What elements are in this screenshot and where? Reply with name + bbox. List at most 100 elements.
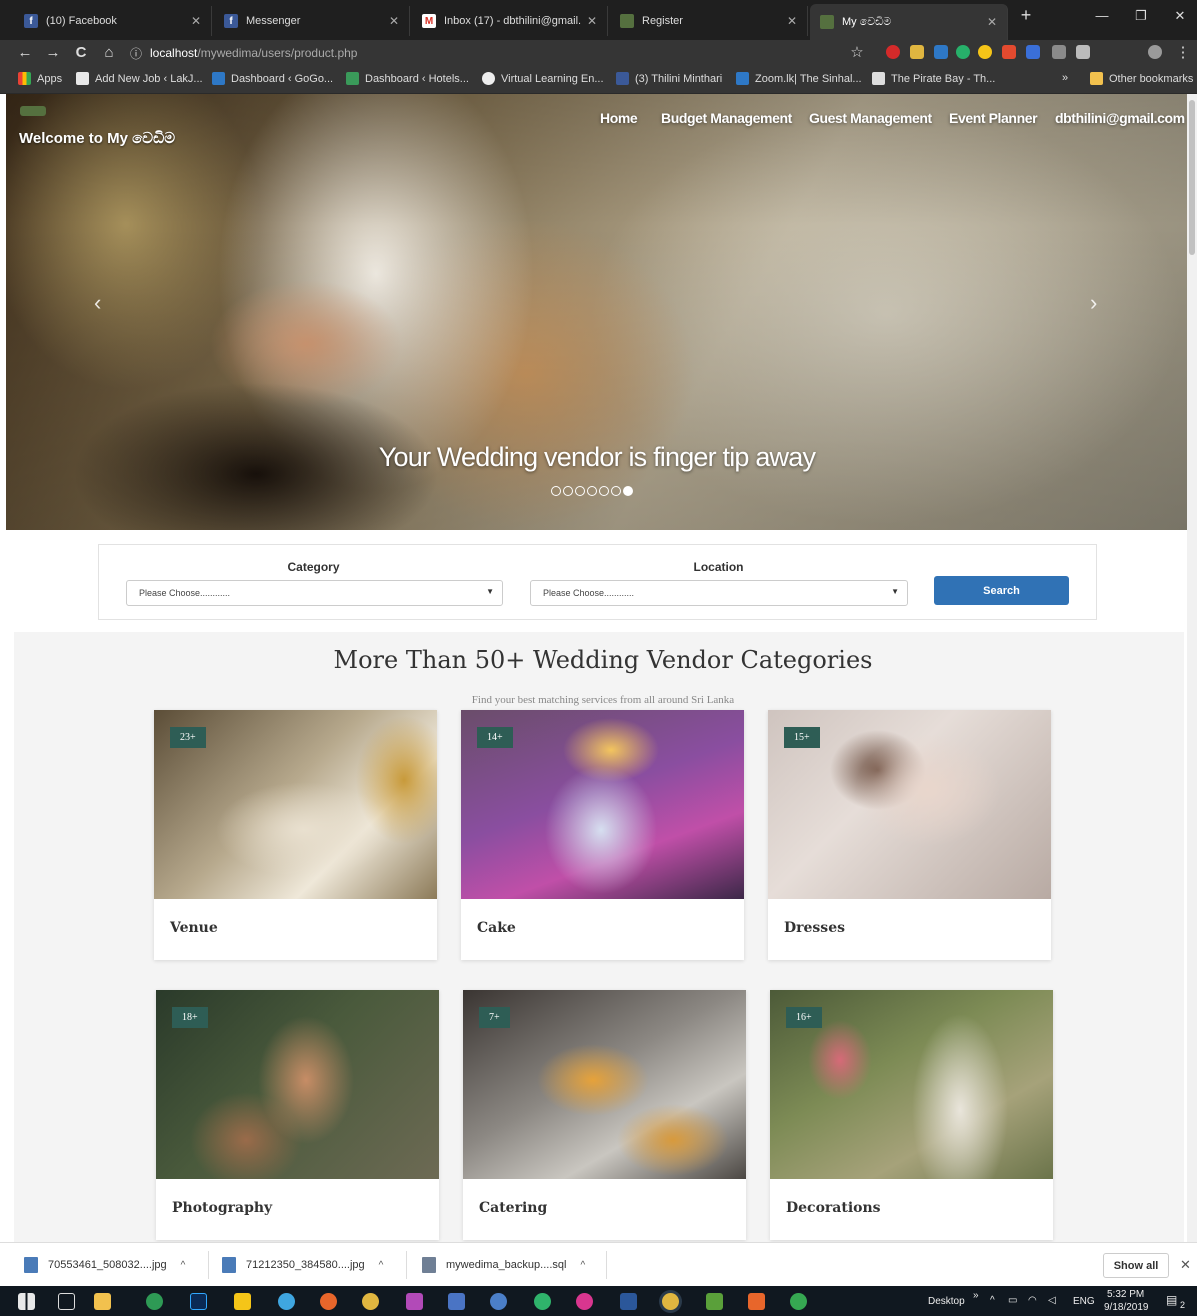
bookmark-item[interactable]: (3) Thilini Minthari [616,72,722,85]
home-icon[interactable]: ⌂ [100,43,118,63]
category-select[interactable]: Please Choose............ ▼ [126,580,503,606]
location-select[interactable]: Please Choose............ ▼ [530,580,908,606]
show-all-button[interactable]: Show all [1103,1253,1169,1278]
forward-arrow-icon[interactable]: → [44,43,62,63]
tray-expand-icon[interactable]: ^ [990,1295,995,1306]
carousel-next-icon[interactable]: › [1090,290,1097,316]
back-arrow-icon[interactable]: ← [16,43,34,63]
nav-home[interactable]: Home [600,110,638,126]
category-card-dresses[interactable]: 15+ Dresses [768,710,1051,960]
sticky-notes-icon[interactable] [234,1293,251,1310]
site-brand[interactable]: Welcome to My වෙඩිම [19,130,175,147]
other-bookmarks[interactable]: Other bookmarks [1090,72,1193,85]
close-icon[interactable]: ✕ [787,14,797,28]
download-item[interactable]: 71212350_384580....jpg ^ [222,1253,383,1277]
address-bar[interactable]: ⓘ localhost/mywedima/users/product.php [130,42,870,64]
tab-facebook[interactable]: f (10) Facebook ✕ [14,6,212,36]
bookmark-apps[interactable]: Apps [18,72,62,85]
app-icon[interactable] [490,1293,507,1310]
chevron-up-icon[interactable]: ^ [181,1260,186,1271]
nav-event-planner[interactable]: Event Planner [949,110,1038,126]
carousel-indicator-dot[interactable] [623,486,633,496]
carousel-indicator-dot[interactable] [575,486,585,496]
close-icon[interactable]: ✕ [587,14,597,28]
nav-budget-management[interactable]: Budget Management [661,110,792,126]
app-icon[interactable] [790,1293,807,1310]
bookmark-item[interactable]: The Pirate Bay - Th... [872,72,995,85]
bookmark-item[interactable]: Virtual Learning En... [482,72,604,85]
chrome-icon[interactable] [662,1293,679,1310]
category-card-catering[interactable]: 7+ Catering [463,990,746,1240]
carousel-prev-icon[interactable]: ‹ [94,290,101,316]
app-icon[interactable] [576,1293,593,1310]
bookmark-item[interactable]: Dashboard ‹ Hotels... [346,72,469,85]
app-icon[interactable] [406,1293,423,1310]
extension-icon[interactable] [910,45,924,59]
carousel-indicator-dot[interactable] [611,486,621,496]
info-icon[interactable]: ⓘ [130,45,142,62]
extension-icon[interactable] [934,45,948,59]
tab-messenger[interactable]: f Messenger ✕ [214,6,410,36]
site-logo[interactable] [20,106,46,116]
photoshop-icon[interactable] [190,1293,207,1310]
close-icon[interactable]: ✕ [987,15,997,29]
bookmark-item[interactable]: Zoom.lk| The Sinhal... [736,72,862,85]
category-card-photography[interactable]: 18+ Photography [156,990,439,1240]
menu-dots-icon[interactable]: ⋮ [1174,43,1192,63]
app-icon[interactable] [748,1293,765,1310]
restore-button[interactable]: ❐ [1131,8,1151,24]
app-icon[interactable] [706,1293,723,1310]
carousel-indicator-dot[interactable] [551,486,561,496]
reload-icon[interactable]: C [72,43,90,63]
wifi-icon[interactable]: ◠ [1028,1295,1037,1306]
download-item[interactable]: mywedima_backup....sql ^ [422,1253,585,1277]
app-icon[interactable] [146,1293,163,1310]
carousel-indicator-dot[interactable] [587,486,597,496]
word-icon[interactable] [620,1293,637,1310]
extension-icon[interactable] [1026,45,1040,59]
close-icon[interactable]: ✕ [389,14,399,28]
file-explorer-icon[interactable] [94,1293,111,1310]
tab-my-wedima[interactable]: My වෙඩිම ✕ [810,4,1008,40]
bookmark-item[interactable]: Add New Job ‹ LakJ... [76,72,203,85]
minimize-button[interactable]: — [1092,8,1112,23]
extension-icon[interactable] [886,45,900,59]
chevron-up-icon[interactable]: ^ [580,1260,585,1271]
category-card-decorations[interactable]: 16+ Decorations [770,990,1053,1240]
close-icon[interactable]: ✕ [1180,1257,1191,1273]
clock-time[interactable]: 5:32 PM [1107,1289,1144,1300]
chevron-up-icon[interactable]: ^ [379,1260,384,1271]
close-icon[interactable]: ✕ [191,14,201,28]
task-view-icon[interactable] [58,1293,75,1310]
app-icon[interactable] [278,1293,295,1310]
nav-user-account[interactable]: dbthilini@gmail.com [1055,110,1185,126]
new-tab-button[interactable]: + [1016,5,1036,26]
language-indicator[interactable]: ENG [1073,1296,1095,1307]
battery-icon[interactable]: ▭ [1008,1295,1017,1306]
extension-icon[interactable] [1002,45,1016,59]
category-card-cake[interactable]: 14+ Cake [461,710,744,960]
extension-icon[interactable] [1076,45,1090,59]
profile-avatar-icon[interactable] [1148,45,1162,59]
bookmark-item[interactable]: Dashboard ‹ GoGo... [212,72,333,85]
extension-icon[interactable] [1052,45,1066,59]
desktop-toolbar-label[interactable]: Desktop [928,1296,965,1307]
search-button[interactable]: Search [934,576,1069,605]
firefox-icon[interactable] [320,1293,337,1310]
bookmarks-overflow-button[interactable]: » [1062,72,1068,84]
chrome-icon[interactable] [362,1293,379,1310]
window-close-button[interactable]: ✕ [1170,8,1190,24]
category-card-venue[interactable]: 23+ Venue [154,710,437,960]
tab-gmail[interactable]: M Inbox (17) - dbthilini@gmail.cc ✕ [412,6,608,36]
app-icon[interactable] [534,1293,551,1310]
carousel-indicator-dot[interactable] [563,486,573,496]
notification-icon[interactable]: ▤ [1166,1293,1177,1307]
tab-register[interactable]: Register ✕ [610,6,808,36]
scrollbar-thumb[interactable] [1189,100,1195,255]
clock-date[interactable]: 9/18/2019 [1104,1302,1149,1313]
nav-guest-management[interactable]: Guest Management [809,110,932,126]
extension-icon[interactable] [978,45,992,59]
volume-icon[interactable]: ◁ [1048,1295,1056,1306]
chevron-right-icon[interactable]: » [973,1290,979,1301]
carousel-indicator-dot[interactable] [599,486,609,496]
